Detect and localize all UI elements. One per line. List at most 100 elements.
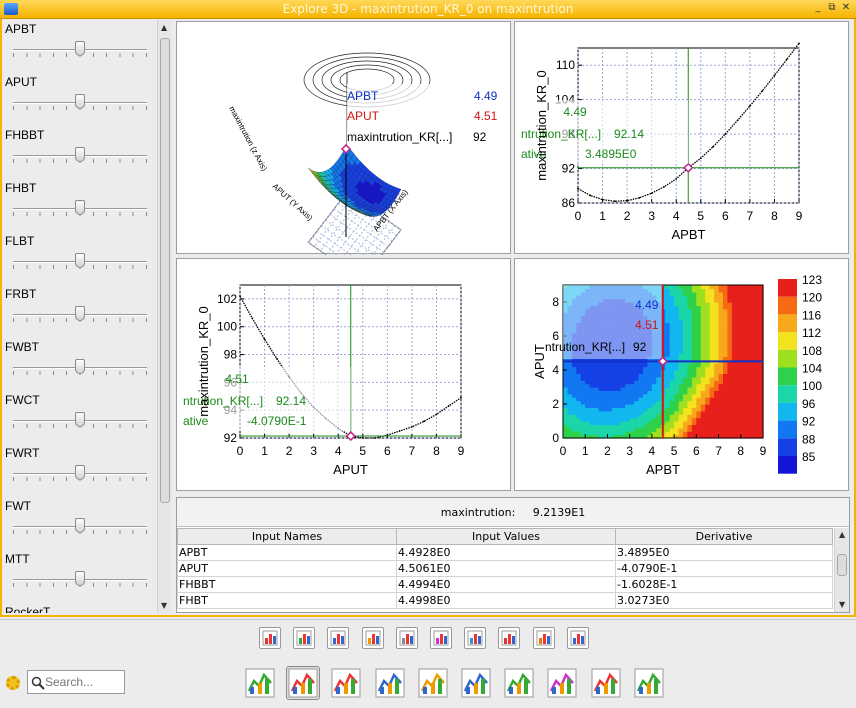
slider-fwrt[interactable]: FWRT — [5, 444, 155, 497]
scroll-down-arrow-icon[interactable]: ▼ — [839, 600, 845, 609]
data-point — [724, 133, 727, 136]
contour-cell — [567, 397, 573, 402]
contour-cell — [740, 349, 746, 354]
pareto-icon[interactable] — [589, 666, 623, 700]
contour-cell — [625, 370, 631, 374]
contour-cell — [674, 353, 680, 357]
restore-button[interactable]: ⧉ — [826, 3, 838, 14]
contour-cell — [723, 380, 729, 385]
scroll-up-arrow-icon[interactable]: ▲ — [839, 530, 845, 539]
surface-icon[interactable] — [243, 666, 277, 700]
contour-cell — [705, 431, 711, 436]
surface-3d-plot[interactable]: APBT 4.49 APUT 4.51 maxintrution_KR[...] 92 ma… — [176, 21, 511, 255]
contour-cell — [745, 349, 751, 354]
search-box[interactable] — [27, 670, 125, 694]
network-icon[interactable] — [632, 666, 666, 700]
contour-plot[interactable]: 0 1 2 3 4 5 6 7 8 9 0 2 4 6 8 4.49 4.51 ntrution_KR[...] 9… — [514, 258, 849, 491]
parallel-plot-icon[interactable] — [395, 627, 418, 649]
slider-label: RockerT — [5, 605, 51, 613]
contour-cell — [727, 312, 733, 317]
slider-fhbbt[interactable]: FHBBT — [5, 126, 155, 179]
scatter-icon[interactable] — [464, 627, 487, 649]
slider-apbt[interactable]: APBT — [5, 20, 155, 73]
input-name-cell: FHBT — [177, 592, 397, 609]
distribution-icon[interactable] — [329, 666, 363, 700]
col-input-values[interactable]: Input Values — [396, 528, 616, 545]
table-row[interactable]: FHBT 4.4998E0 3.0273E0 — [177, 592, 833, 609]
contour-cell — [687, 329, 693, 334]
slider-fwbt[interactable]: FWBT — [5, 338, 155, 391]
y-tick-label: 92 — [224, 431, 238, 445]
contour-cell — [736, 329, 742, 334]
contour-cell — [731, 366, 737, 371]
slider-thumb[interactable] — [75, 412, 85, 427]
cluster-icon[interactable] — [502, 666, 536, 700]
close-button[interactable]: ✕ — [840, 3, 852, 14]
scatter-matrix-2-icon[interactable] — [361, 627, 384, 649]
slider-rockert[interactable]: RockerT — [5, 603, 155, 613]
scatter-matrix-icon[interactable] — [327, 627, 350, 649]
data-point — [423, 420, 426, 423]
slider-thumb[interactable] — [75, 147, 85, 162]
contour-cell — [669, 302, 675, 306]
grid-chart-icon[interactable] — [293, 627, 316, 649]
scroll-down-arrow-icon[interactable]: ▼ — [161, 601, 167, 610]
slider-thumb[interactable] — [75, 571, 85, 586]
slider-thumb[interactable] — [75, 253, 85, 268]
contour-cell — [665, 397, 671, 402]
contour-cell — [616, 397, 622, 402]
table-scrollbar[interactable]: ▲ ▼ — [834, 528, 849, 612]
slider-fhbt[interactable]: FHBT — [5, 179, 155, 232]
contour-cell — [571, 380, 577, 385]
slider-thumb[interactable] — [75, 518, 85, 533]
slider-frbt[interactable]: FRBT — [5, 285, 155, 338]
search-input[interactable] — [45, 674, 123, 690]
scroll-up-arrow-icon[interactable]: ▲ — [161, 23, 167, 32]
contour3d-icon[interactable] — [545, 666, 579, 700]
contour-cell — [691, 353, 697, 357]
settings-gear-icon[interactable] — [6, 676, 20, 690]
bar-icon[interactable] — [459, 666, 493, 700]
slider-flbt[interactable]: FLBT — [5, 232, 155, 285]
contour-cell — [683, 329, 689, 334]
area-icon[interactable] — [416, 666, 450, 700]
contour-cell — [754, 370, 760, 374]
slider-thumb[interactable] — [75, 359, 85, 374]
slider-fwt[interactable]: FWT — [5, 497, 155, 550]
contour-cell — [745, 397, 751, 402]
slider-thumb[interactable] — [75, 41, 85, 56]
slider-fwct[interactable]: FWCT — [5, 391, 155, 444]
slider-aput[interactable]: APUT — [5, 73, 155, 126]
filter-icon[interactable] — [373, 666, 407, 700]
contour-cell — [754, 329, 760, 334]
contour-cell — [616, 431, 622, 436]
slider-thumb[interactable] — [75, 465, 85, 480]
histogram-tool-icon[interactable] — [286, 666, 321, 700]
contour-cell — [669, 366, 675, 371]
slider-thumb[interactable] — [75, 306, 85, 321]
bubble-icon[interactable] — [532, 627, 555, 649]
slider-mtt[interactable]: MTT — [5, 550, 155, 603]
table-icon[interactable] — [259, 627, 281, 649]
contour-cell — [718, 336, 724, 340]
scrollbar-thumb[interactable] — [160, 38, 170, 503]
apbt-slice-plot[interactable]: 01234567898692981041104.49ntrution_KR[..… — [514, 21, 849, 254]
histogram-icon[interactable] — [498, 627, 521, 649]
table-row[interactable]: APBT 4.4928E0 3.4895E0 — [177, 544, 833, 561]
aput-slice-plot[interactable]: 0123456789929496981001024.51ntrution_KR[… — [176, 258, 511, 491]
contour-cell — [709, 417, 715, 422]
tooltip-output-label: maxintrution_KR[...] — [347, 130, 452, 144]
3d-bar-icon[interactable] — [566, 627, 589, 649]
slider-thumb[interactable] — [75, 94, 85, 109]
col-input-names[interactable]: Input Names — [177, 528, 397, 545]
col-derivative[interactable]: Derivative — [615, 528, 833, 545]
contour-cell — [674, 332, 680, 337]
annotation-derivative-value: -4.0790E-1 — [247, 414, 307, 428]
scrollbar-thumb[interactable] — [837, 554, 847, 576]
table-row[interactable]: APUT 4.5061E0 -4.0790E-1 — [177, 560, 833, 577]
slider-panel-scrollbar[interactable]: ▲ ▼ — [157, 20, 171, 613]
minimize-button[interactable]: _ — [812, 3, 824, 14]
table-row[interactable]: FHBBT 4.4994E0 -1.6028E-1 — [177, 576, 833, 593]
correlation-icon[interactable] — [430, 627, 452, 649]
slider-thumb[interactable] — [75, 200, 85, 215]
